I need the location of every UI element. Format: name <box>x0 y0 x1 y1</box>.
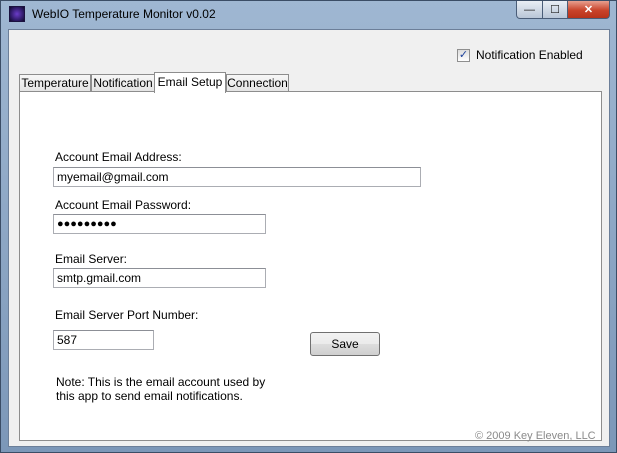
maximize-button[interactable]: ☐ <box>542 1 568 19</box>
password-field[interactable]: ●●●●●●●●● <box>53 214 266 234</box>
app-icon[interactable] <box>9 6 25 22</box>
client-area: ✓ Notification Enabled Temperature Notif… <box>8 29 610 447</box>
close-button[interactable]: ✕ <box>567 1 610 19</box>
minimize-button[interactable]: — <box>516 1 543 19</box>
close-icon: ✕ <box>583 4 594 16</box>
port-number-label: Email Server Port Number: <box>55 308 199 322</box>
window-title: WebIO Temperature Monitor v0.02 <box>32 7 216 21</box>
email-setup-panel: Account Email Address: myemail@gmail.com… <box>19 91 602 441</box>
maximize-icon: ☐ <box>550 4 560 16</box>
notification-enabled-option[interactable]: ✓ Notification Enabled <box>457 48 583 62</box>
tab-notification[interactable]: Notification <box>91 74 155 92</box>
note-line-2: this app to send email notifications. <box>56 389 243 403</box>
tab-temperature[interactable]: Temperature <box>19 74 91 92</box>
minimize-icon: — <box>524 3 535 16</box>
account-email-field[interactable]: myemail@gmail.com <box>53 167 421 187</box>
note-line-1: Note: This is the email account used by <box>56 375 266 389</box>
copyright-text: © 2009 Key Eleven, LLC <box>475 430 596 442</box>
account-email-label: Account Email Address: <box>55 150 182 164</box>
save-button[interactable]: Save <box>310 332 380 356</box>
password-label: Account Email Password: <box>55 198 192 212</box>
note-text: Note: This is the email account used by … <box>56 375 296 403</box>
app-window: WebIO Temperature Monitor v0.02 — ☐ ✕ ✓ … <box>0 0 617 453</box>
check-icon: ✓ <box>458 48 469 61</box>
notification-enabled-checkbox[interactable]: ✓ <box>457 48 470 62</box>
email-server-label: Email Server: <box>55 252 128 266</box>
notification-enabled-label[interactable]: Notification Enabled <box>476 48 583 62</box>
email-server-field[interactable]: smtp.gmail.com <box>53 268 266 288</box>
tab-email-setup[interactable]: Email Setup <box>154 72 226 93</box>
tab-connection[interactable]: Connection <box>226 74 289 92</box>
title-bar[interactable]: WebIO Temperature Monitor v0.02 — ☐ ✕ <box>1 1 616 27</box>
port-number-field[interactable]: 587 <box>53 330 154 350</box>
